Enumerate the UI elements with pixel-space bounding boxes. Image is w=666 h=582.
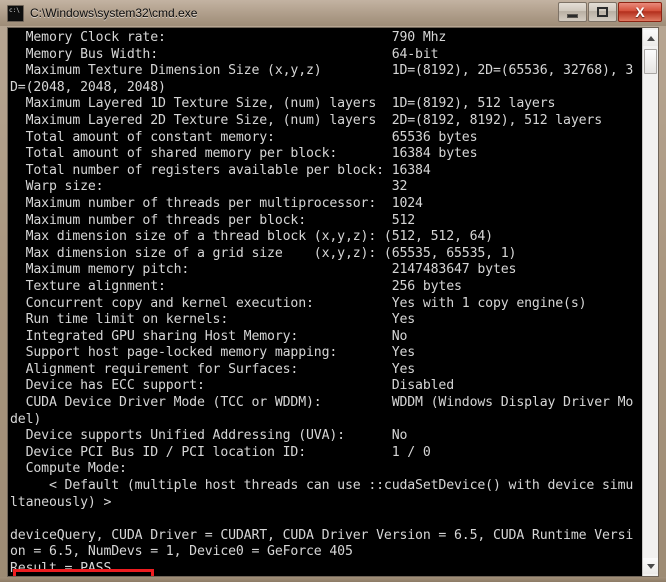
scroll-down-button[interactable] — [643, 558, 658, 574]
console-line: Run time limit on kernels: Yes — [10, 312, 416, 328]
window-frame-bottom — [0, 577, 666, 582]
scrollbar-track[interactable] — [643, 46, 658, 558]
window-title-bar[interactable]: C:\Windows\system32\cmd.exe X — [0, 0, 666, 26]
cmd-icon — [7, 4, 24, 22]
console-scrollbar[interactable] — [642, 28, 658, 576]
console-line: Device has ECC support: Disabled — [10, 378, 455, 394]
minimize-icon — [567, 13, 578, 18]
title-bar-left-group: C:\Windows\system32\cmd.exe — [7, 3, 197, 23]
console-text: Memory Clock rate: 790 Mhz Memory Bus Wi… — [10, 30, 633, 576]
console-line: Memory Clock rate: 790 Mhz — [10, 30, 447, 45]
minimize-button[interactable] — [558, 2, 587, 22]
maximize-button[interactable] — [588, 2, 617, 22]
console-line: Compute Mode: — [10, 461, 127, 477]
chevron-up-icon — [646, 35, 655, 41]
console-line: Maximum memory pitch: 2147483647 bytes — [10, 262, 517, 278]
console-line: Maximum number of threads per multiproce… — [10, 195, 423, 211]
close-icon: X — [635, 4, 645, 20]
console-line: < Default (multiple host threads can use… — [10, 478, 634, 494]
console-line: Device supports Unified Addressing (UVA)… — [10, 428, 408, 444]
console-line: CUDA Device Driver Mode (TCC or WDDM): W… — [10, 395, 634, 411]
console-line: Max dimension size of a thread block (x,… — [10, 229, 494, 245]
console-line: Maximum Texture Dimension Size (x,y,z) 1… — [10, 63, 634, 79]
scroll-up-button[interactable] — [643, 30, 658, 46]
console-line: del) — [10, 411, 42, 427]
console-line: Maximum Layered 1D Texture Size, (num) l… — [10, 96, 556, 112]
window-controls[interactable]: X — [557, 2, 662, 23]
console-line: D=(2048, 2048, 2048) — [10, 79, 166, 95]
console-line: Support host page-locked memory mapping:… — [10, 345, 416, 361]
maximize-icon — [597, 7, 608, 17]
console-line: Max dimension size of a grid size (x,y,z… — [10, 245, 517, 261]
window-title: C:\Windows\system32\cmd.exe — [30, 6, 198, 20]
console-output-area[interactable]: Memory Clock rate: 790 Mhz Memory Bus Wi… — [8, 28, 644, 576]
cmd-window: C:\Windows\system32\cmd.exe X Memory Clo… — [0, 0, 666, 582]
console-line: deviceQuery, CUDA Driver = CUDART, CUDA … — [10, 527, 634, 543]
console-line: Alignment requirement for Surfaces: Yes — [10, 361, 416, 377]
console-line: Concurrent copy and kernel execution: Ye… — [10, 295, 587, 311]
console-line: Device PCI Bus ID / PCI location ID: 1 /… — [10, 444, 431, 460]
console-line: Total amount of constant memory: 65536 b… — [10, 129, 478, 145]
console-line: Memory Bus Width: 64-bit — [10, 46, 439, 62]
console-line: Maximum Layered 2D Texture Size, (num) l… — [10, 112, 603, 128]
console-line: Total amount of shared memory per block:… — [10, 146, 478, 162]
console-line: Result = PASS — [10, 561, 112, 576]
console-frame: Memory Clock rate: 790 Mhz Memory Bus Wi… — [7, 27, 659, 577]
close-button[interactable]: X — [618, 2, 662, 22]
console-line: Integrated GPU sharing Host Memory: No — [10, 328, 408, 344]
scrollbar-thumb[interactable] — [644, 49, 657, 74]
console-line: Texture alignment: 256 bytes — [10, 278, 462, 294]
console-line: Warp size: 32 — [10, 179, 408, 195]
chevron-down-icon — [646, 563, 655, 569]
console-line: ltaneously) > — [10, 494, 112, 510]
console-line: on = 6.5, NumDevs = 1, Device0 = GeForce… — [10, 544, 353, 560]
console-line: Total number of registers available per … — [10, 162, 431, 178]
console-line: Maximum number of threads per block: 512 — [10, 212, 416, 228]
